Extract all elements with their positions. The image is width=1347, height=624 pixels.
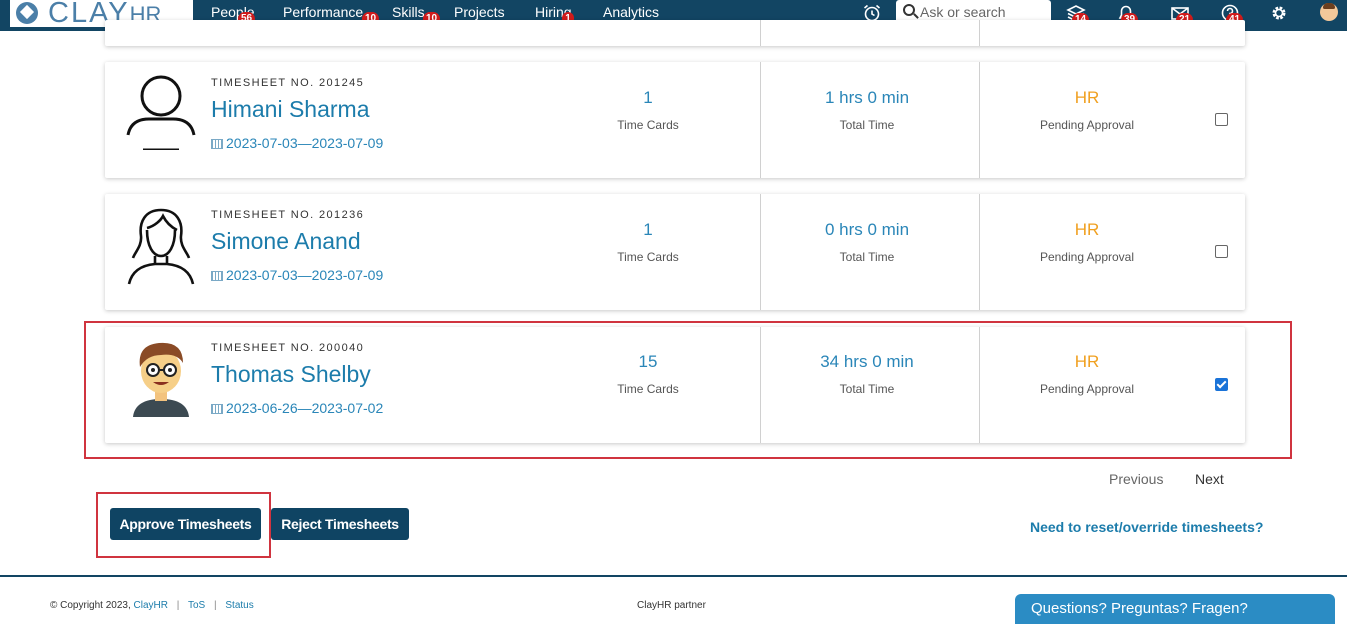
nav-performance-label: Performance [283, 4, 364, 20]
timesheet-card-partial [105, 20, 1245, 46]
period-text: 2023-07-03—2023-07-09 [226, 267, 384, 283]
time-cards-value: 1 [643, 220, 653, 239]
footer-divider [0, 575, 1347, 577]
gear-icon[interactable] [1268, 2, 1290, 24]
employee-name-link[interactable]: Simone Anand [211, 228, 361, 255]
approval-status-label: Pending Approval [1039, 118, 1135, 132]
approver-value: HR [1074, 220, 1100, 239]
card-divider [760, 194, 761, 310]
time-cards-metric: 1 Time Cards [558, 88, 738, 132]
logo-mark-icon [16, 2, 38, 24]
search-input[interactable] [920, 3, 1045, 21]
time-cards-value: 1 [643, 88, 653, 107]
nav-projects[interactable]: Projects [454, 4, 505, 20]
reject-timesheets-button[interactable]: Reject Timesheets [271, 508, 409, 540]
timesheet-number: TIMESHEET NO. 201245 [211, 77, 365, 89]
reset-override-link[interactable]: Need to reset/override timesheets? [1030, 519, 1263, 535]
pagination-previous[interactable]: Previous [1109, 471, 1163, 487]
timesheet-card[interactable]: TIMESHEET NO. 201245 Himani Sharma 2023-… [105, 62, 1245, 178]
card-divider [760, 62, 761, 178]
nav-skills[interactable]: Skills [392, 4, 425, 20]
total-time-label: Total Time [839, 250, 895, 264]
card-divider [760, 20, 761, 46]
nav-analytics-label: Analytics [603, 4, 660, 20]
nav-analytics[interactable]: Analytics [603, 4, 659, 20]
nav-projects-label: Projects [454, 4, 505, 20]
footer-partner-text: ClayHR partner [637, 600, 706, 611]
time-cards-metric: 1 Time Cards [558, 220, 738, 264]
timesheet-period: 2023-07-03—2023-07-09 [211, 135, 383, 151]
pagination-next[interactable]: Next [1195, 471, 1224, 487]
selected-card-highlight [84, 321, 1292, 459]
timesheet-card[interactable]: TIMESHEET NO. 201236 Simone Anand 2023-0… [105, 194, 1245, 310]
questions-help-button[interactable]: Questions? Preguntas? Fragen? [1015, 594, 1335, 624]
card-divider [979, 194, 980, 310]
total-time-value: 1 hrs 0 min [824, 88, 910, 107]
avatar-female-outline-icon [127, 208, 195, 285]
approver-value: HR [1074, 88, 1100, 107]
footer-tos-link[interactable]: ToS [188, 600, 205, 611]
approval-status-metric: HR Pending Approval [997, 88, 1177, 132]
employee-name-link[interactable]: Himani Sharma [211, 96, 370, 123]
search-icon [903, 4, 915, 16]
nav-performance[interactable]: Performance [283, 4, 363, 20]
footer-brand-link[interactable]: ClayHR [134, 600, 168, 611]
user-avatar-icon[interactable] [1320, 3, 1338, 21]
footer-separator: | [214, 600, 217, 611]
select-timesheet-checkbox[interactable] [1215, 245, 1228, 258]
time-cards-label: Time Cards [617, 118, 679, 132]
total-time-value: 0 hrs 0 min [824, 220, 910, 239]
timesheet-number: TIMESHEET NO. 201236 [211, 209, 365, 221]
footer-copyright: © Copyright 2023, ClayHR | ToS | Status [50, 600, 254, 611]
approval-status-metric: HR Pending Approval [997, 220, 1177, 264]
calendar-icon [211, 271, 223, 281]
footer-status-link[interactable]: Status [225, 600, 253, 611]
card-divider [979, 62, 980, 178]
nav-skills-label: Skills [392, 4, 425, 20]
total-time-metric: 0 hrs 0 min Total Time [777, 220, 957, 264]
approval-status-label: Pending Approval [1039, 250, 1135, 264]
calendar-icon [211, 139, 223, 149]
total-time-label: Total Time [839, 118, 895, 132]
total-time-metric: 1 hrs 0 min Total Time [777, 88, 957, 132]
time-cards-label: Time Cards [617, 250, 679, 264]
approve-button-highlight [96, 492, 271, 558]
card-divider [979, 20, 980, 46]
copyright-text: © Copyright 2023, [50, 600, 131, 611]
select-timesheet-checkbox[interactable] [1215, 113, 1228, 126]
avatar-male-outline-icon [126, 75, 196, 150]
period-text: 2023-07-03—2023-07-09 [226, 135, 384, 151]
timesheet-period: 2023-07-03—2023-07-09 [211, 267, 383, 283]
footer-separator: | [176, 600, 180, 611]
